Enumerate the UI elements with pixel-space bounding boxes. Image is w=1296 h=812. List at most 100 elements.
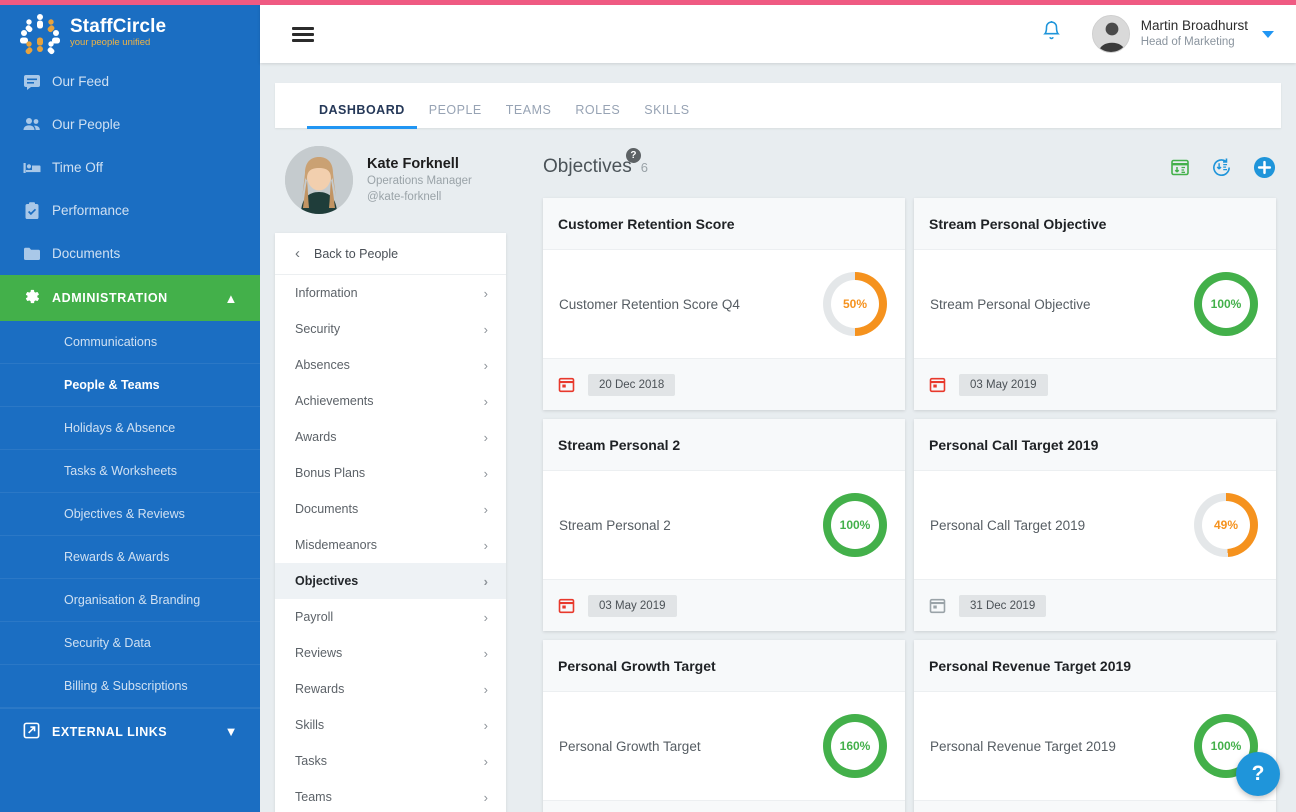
external-links-label: EXTERNAL LINKS: [52, 725, 167, 739]
objective-card[interactable]: Stream Personal Objective Stream Persona…: [914, 198, 1276, 410]
person-menu-item-achievements[interactable]: Achievements›: [275, 383, 506, 419]
back-label: Back to People: [314, 247, 398, 261]
sidebar-item-people-and-teams[interactable]: People & Teams: [0, 364, 260, 407]
avatar[interactable]: [1092, 15, 1130, 53]
help-badge-icon[interactable]: ?: [626, 148, 641, 163]
chevron-right-icon: ›: [484, 466, 488, 481]
objective-card[interactable]: Stream Personal 2 Stream Personal 2 100%…: [543, 419, 905, 631]
calendar-icon: [558, 597, 575, 614]
objective-card-footer: 03 May 2019: [914, 358, 1276, 410]
feed-icon: [22, 72, 52, 92]
admin-label: ADMINISTRATION: [52, 291, 168, 305]
objective-card[interactable]: Personal Revenue Target 2019 Personal Re…: [914, 640, 1276, 812]
person-menu-item-information[interactable]: Information ›: [275, 275, 506, 311]
sidebar-item-time-off[interactable]: Time Off: [0, 146, 260, 189]
person-menu-item-rewards[interactable]: Rewards›: [275, 671, 506, 707]
tab-label: TEAMS: [506, 103, 552, 117]
tab-roles[interactable]: ROLES: [563, 103, 632, 128]
objective-title: Customer Retention Score: [558, 216, 735, 232]
objective-description: Stream Personal 2: [559, 518, 823, 533]
sub-label: Billing & Subscriptions: [64, 679, 188, 693]
sidebar-section-administration[interactable]: ADMINISTRATION ▲: [0, 275, 260, 321]
person-profile-summary: Kate Forknell Operations Manager @kate-f…: [275, 136, 530, 220]
person-name: Kate Forknell: [367, 155, 472, 175]
back-to-people-button[interactable]: ‹ Back to People: [275, 233, 506, 275]
sidebar-item-holidays-and-absence[interactable]: Holidays & Absence: [0, 407, 260, 450]
person-menu-item-security[interactable]: Security›: [275, 311, 506, 347]
objective-card-header: Personal Growth Target: [543, 640, 905, 692]
chevron-right-icon: ›: [484, 286, 488, 301]
progress-donut: 100%: [823, 493, 887, 557]
objectives-grid: Customer Retention Score Customer Retent…: [543, 198, 1276, 812]
hamburger-icon[interactable]: [292, 24, 314, 45]
person-menu-item-teams[interactable]: Teams›: [275, 779, 506, 812]
menu-label: Payroll: [295, 610, 333, 624]
objective-date: 20 Dec 2018: [588, 374, 675, 396]
objective-card-footer: 20 Dec 2018: [543, 358, 905, 410]
top-header: Martin Broadhurst Head of Marketing: [260, 5, 1296, 63]
person-menu-item-tasks[interactable]: Tasks›: [275, 743, 506, 779]
menu-label: Security: [295, 322, 340, 336]
sub-label: People & Teams: [64, 378, 160, 392]
tab-people[interactable]: PEOPLE: [417, 103, 494, 128]
tab-dashboard[interactable]: DASHBOARD: [307, 103, 417, 128]
help-fab-button[interactable]: ?: [1236, 752, 1280, 796]
sidebar-item-tasks-and-worksheets[interactable]: Tasks & Worksheets: [0, 450, 260, 493]
objective-card[interactable]: Personal Call Target 2019 Personal Call …: [914, 419, 1276, 631]
sidebar-item-billing-and-subscriptions[interactable]: Billing & Subscriptions: [0, 665, 260, 708]
person-menu-item-awards[interactable]: Awards›: [275, 419, 506, 455]
person-menu-item-absences[interactable]: Absences›: [275, 347, 506, 383]
person-menu-item-bonus-plans[interactable]: Bonus Plans›: [275, 455, 506, 491]
menu-label: Objectives: [295, 574, 358, 588]
chevron-down-icon[interactable]: ▼: [225, 724, 238, 739]
sidebar-item-rewards-and-awards[interactable]: Rewards & Awards: [0, 536, 260, 579]
staffcircle-logo-icon: [18, 11, 62, 55]
sidebar-item-objectives-and-reviews[interactable]: Objectives & Reviews: [0, 493, 260, 536]
tab-teams[interactable]: TEAMS: [494, 103, 564, 128]
calendar-sort-icon[interactable]: [1170, 157, 1190, 177]
objective-card[interactable]: Personal Growth Target Personal Growth T…: [543, 640, 905, 812]
person-menu-item-reviews[interactable]: Reviews›: [275, 635, 506, 671]
objective-description: Personal Revenue Target 2019: [930, 739, 1194, 754]
sidebar-item-our-people[interactable]: Our People: [0, 103, 260, 146]
objective-title: Personal Growth Target: [558, 658, 716, 674]
chevron-right-icon: ›: [484, 502, 488, 517]
progress-donut: 100%: [1194, 272, 1258, 336]
sidebar-item-organisation-and-branding[interactable]: Organisation & Branding: [0, 579, 260, 622]
chevron-up-icon[interactable]: ▲: [225, 291, 238, 306]
caret-down-icon[interactable]: [1262, 31, 1274, 38]
person-menu-item-objectives[interactable]: Objectives›: [275, 563, 506, 599]
chevron-right-icon: ›: [484, 790, 488, 805]
objective-title: Stream Personal Objective: [929, 216, 1106, 232]
sidebar-item-performance[interactable]: Performance: [0, 189, 260, 232]
menu-label: Achievements: [295, 394, 374, 408]
objective-card[interactable]: Customer Retention Score Customer Retent…: [543, 198, 905, 410]
sidebar-item-our-feed[interactable]: Our Feed: [0, 60, 260, 103]
brand-logo[interactable]: StaffCircle your people unified: [0, 5, 260, 60]
sub-label: Rewards & Awards: [64, 550, 169, 564]
sidebar-label: Documents: [52, 246, 120, 261]
history-sort-icon[interactable]: [1211, 157, 1232, 178]
person-menu-item-misdemeanors[interactable]: Misdemeanors›: [275, 527, 506, 563]
sidebar-item-communications[interactable]: Communications: [0, 321, 260, 364]
person-avatar[interactable]: [285, 146, 353, 214]
person-menu-item-documents[interactable]: Documents›: [275, 491, 506, 527]
objective-card-body: Customer Retention Score Q4 50%: [543, 250, 905, 358]
objective-description: Stream Personal Objective: [930, 297, 1194, 312]
add-circle-icon[interactable]: [1253, 156, 1276, 179]
tab-skills[interactable]: SKILLS: [632, 103, 701, 128]
person-menu-item-skills[interactable]: Skills›: [275, 707, 506, 743]
user-info: Martin Broadhurst Head of Marketing: [1141, 18, 1248, 49]
objective-card-footer: 03 May 2019: [543, 579, 905, 631]
objective-date: 03 May 2019: [588, 595, 677, 617]
brand-tagline: your people unified: [70, 38, 166, 48]
menu-label: Information: [295, 286, 358, 300]
sidebar-item-documents[interactable]: Documents: [0, 232, 260, 275]
sidebar-item-security-and-data[interactable]: Security & Data: [0, 622, 260, 665]
objective-description: Personal Growth Target: [559, 739, 823, 754]
person-menu-item-payroll[interactable]: Payroll›: [275, 599, 506, 635]
sidebar-section-external-links[interactable]: EXTERNAL LINKS ▼: [0, 708, 260, 754]
bell-icon[interactable]: [1041, 20, 1062, 48]
tab-label: DASHBOARD: [319, 103, 405, 117]
header-right-group: Martin Broadhurst Head of Marketing: [1041, 15, 1296, 53]
